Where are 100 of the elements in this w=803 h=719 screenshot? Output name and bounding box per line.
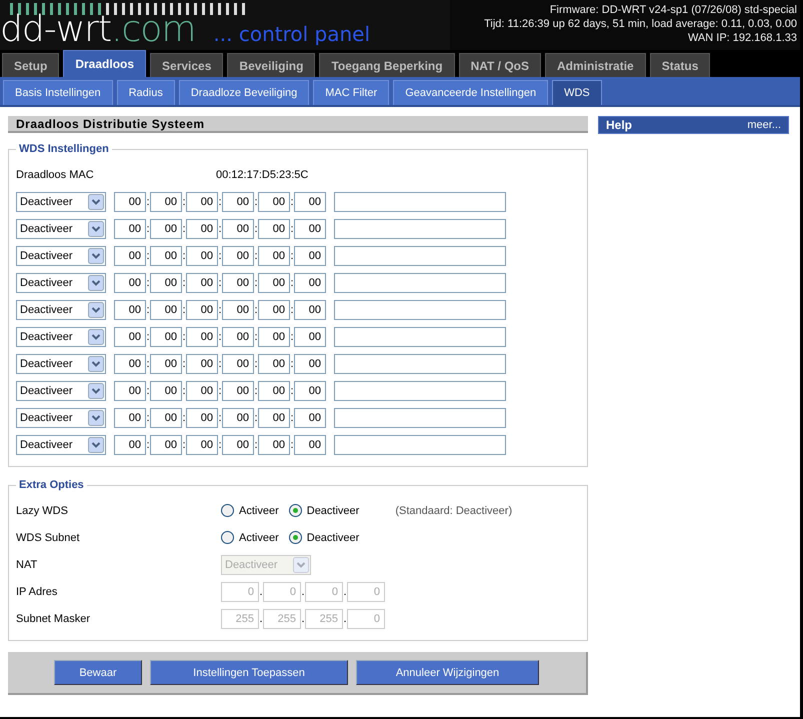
mac-octet-field[interactable]: 00 [258,192,290,212]
nav-tab[interactable]: Setup [2,53,60,77]
nav-tab[interactable]: Administratie [545,53,646,77]
mac-octet-field[interactable]: 00 [150,300,182,320]
mac-octet-field[interactable]: 00 [258,408,290,428]
nav-tab[interactable]: Draadloos [63,50,146,77]
nav-tab[interactable]: Toegang Beperking [319,53,455,77]
mac-octet-field[interactable]: 00 [294,218,326,238]
comment-field[interactable] [334,246,506,266]
comment-field[interactable] [334,354,506,374]
mac-octet-field[interactable]: 00 [222,246,254,266]
mac-octet-field[interactable]: 00 [186,408,218,428]
mac-octet-field[interactable]: 00 [222,218,254,238]
action-button[interactable]: Bewaar [54,660,142,685]
nav-tab[interactable]: Services [150,53,224,77]
comment-field[interactable] [334,218,506,238]
mac-octet-field[interactable]: 00 [222,192,254,212]
mac-octet-field[interactable]: 00 [258,354,290,374]
mac-octet-field[interactable]: 00 [222,272,254,292]
radio-button[interactable] [288,531,302,544]
mac-octet-field[interactable]: 00 [294,192,326,212]
mac-octet-field[interactable]: 00 [294,434,326,454]
mac-octet-field[interactable]: 00 [114,354,146,374]
mac-octet-field[interactable]: 00 [150,326,182,346]
mac-octet-field[interactable]: 00 [222,326,254,346]
sub-tab[interactable]: Draadloze Beveiliging [178,80,310,105]
radio-button[interactable] [288,504,302,517]
mac-octet-field[interactable]: 00 [186,380,218,400]
mac-octet-field[interactable]: 00 [150,192,182,212]
sub-tab[interactable]: Radius [116,80,175,105]
mac-octet-field[interactable]: 00 [114,380,146,400]
mac-octet-field[interactable]: 00 [294,354,326,374]
mac-octet-field[interactable]: 00 [150,380,182,400]
nav-tab[interactable]: Beveiliging [227,53,316,77]
nav-tab[interactable]: Status [650,53,710,77]
mac-octet-field[interactable]: 00 [150,354,182,374]
mac-octet-field[interactable]: 00 [186,192,218,212]
comment-field[interactable] [334,434,506,454]
mac-octet-field[interactable]: 00 [294,246,326,266]
mode-select[interactable]: Deactiveer [16,246,106,266]
mac-octet-field[interactable]: 00 [186,272,218,292]
sub-tab[interactable]: MAC Filter [313,80,390,105]
mac-octet-field[interactable]: 00 [150,408,182,428]
mac-octet-field[interactable]: 00 [258,380,290,400]
mac-octet-field[interactable]: 00 [258,218,290,238]
mac-octet-field[interactable]: 00 [114,326,146,346]
mode-select[interactable]: Deactiveer [16,272,106,292]
mac-octet-field[interactable]: 00 [222,300,254,320]
mac-octet-field[interactable]: 00 [114,300,146,320]
mac-octet-field[interactable]: 00 [150,246,182,266]
mac-octet-field[interactable]: 00 [222,408,254,428]
mode-select[interactable]: Deactiveer [16,300,106,320]
mac-octet-field[interactable]: 00 [258,246,290,266]
comment-field[interactable] [334,408,506,428]
mac-octet-field[interactable]: 00 [114,434,146,454]
more-link[interactable]: meer... [747,119,781,131]
mode-select[interactable]: Deactiveer [16,218,106,238]
mac-octet-field[interactable]: 00 [186,354,218,374]
mac-octet-field[interactable]: 00 [222,380,254,400]
mac-octet-field[interactable]: 00 [114,272,146,292]
mac-octet-field[interactable]: 00 [114,408,146,428]
mac-octet-field[interactable]: 00 [258,300,290,320]
comment-field[interactable] [334,272,506,292]
mac-octet-field[interactable]: 00 [114,192,146,212]
radio-button[interactable] [221,504,234,517]
mac-octet-field[interactable]: 00 [150,434,182,454]
mac-octet-field[interactable]: 00 [150,218,182,238]
mode-select[interactable]: Deactiveer [16,354,106,374]
mac-octet-field[interactable]: 00 [222,434,254,454]
comment-field[interactable] [334,326,506,346]
mac-octet-field[interactable]: 00 [186,246,218,266]
mode-select[interactable]: Deactiveer [16,192,106,212]
action-button[interactable]: Instellingen Toepassen [150,660,348,685]
mac-octet-field[interactable]: 00 [294,272,326,292]
mac-octet-field[interactable]: 00 [258,434,290,454]
sub-tab[interactable]: WDS [552,80,602,105]
mac-octet-field[interactable]: 00 [294,326,326,346]
radio-button[interactable] [221,531,234,544]
mac-octet-field[interactable]: 00 [222,354,254,374]
sub-tab[interactable]: Basis Instellingen [3,80,113,105]
mac-octet-field[interactable]: 00 [150,272,182,292]
mode-select[interactable]: Deactiveer [16,408,106,428]
mac-octet-field[interactable]: 00 [294,300,326,320]
comment-field[interactable] [334,380,506,400]
mac-octet-field[interactable]: 00 [186,218,218,238]
mac-octet-field[interactable]: 00 [294,380,326,400]
mode-select[interactable]: Deactiveer [16,434,106,454]
mac-octet-field[interactable]: 00 [258,326,290,346]
action-button[interactable]: Annuleer Wijzigingen [356,660,539,685]
mac-octet-field[interactable]: 00 [258,272,290,292]
comment-field[interactable] [334,192,506,212]
mac-octet-field[interactable]: 00 [186,434,218,454]
mac-octet-field[interactable]: 00 [114,218,146,238]
comment-field[interactable] [334,300,506,320]
mac-octet-field[interactable]: 00 [186,300,218,320]
nav-tab[interactable]: NAT / QoS [458,53,542,77]
mac-octet-field[interactable]: 00 [294,408,326,428]
mac-octet-field[interactable]: 00 [186,326,218,346]
mac-octet-field[interactable]: 00 [114,246,146,266]
sub-tab[interactable]: Geavanceerde Instellingen [393,80,548,105]
